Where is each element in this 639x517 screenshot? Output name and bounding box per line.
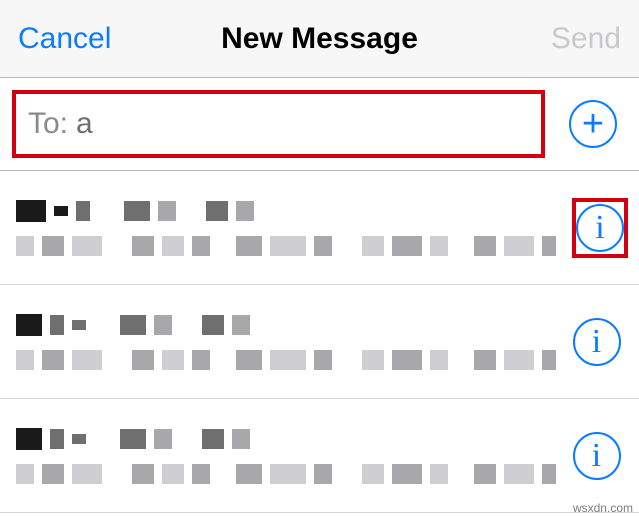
- watermark: wsxdn.com: [573, 501, 633, 515]
- navigation-bar: Cancel New Message Send: [0, 0, 639, 78]
- suggestion-item[interactable]: i: [0, 285, 639, 399]
- info-button[interactable]: i: [572, 426, 621, 486]
- info-icon[interactable]: i: [576, 204, 624, 252]
- suggestion-list: i i: [0, 171, 639, 513]
- plus-icon: +: [569, 100, 617, 148]
- suggestion-name-redacted: [16, 428, 556, 450]
- suggestion-detail-redacted: [16, 350, 556, 370]
- suggestion-content: [16, 200, 556, 256]
- suggestion-item[interactable]: i: [0, 171, 639, 285]
- send-button: Send: [551, 22, 621, 56]
- suggestion-name-redacted: [16, 200, 556, 222]
- info-icon: i: [573, 318, 621, 366]
- to-field-highlight: To:: [12, 90, 545, 158]
- page-title: New Message: [221, 22, 418, 56]
- to-field-row: To: +: [0, 78, 639, 171]
- add-contact-button[interactable]: +: [565, 96, 621, 152]
- to-input[interactable]: [76, 107, 529, 141]
- suggestion-content: [16, 428, 556, 484]
- cancel-button[interactable]: Cancel: [18, 22, 111, 56]
- suggestion-name-redacted: [16, 314, 556, 336]
- to-label: To:: [28, 107, 68, 141]
- suggestion-detail-redacted: [16, 236, 556, 256]
- suggestion-detail-redacted: [16, 464, 556, 484]
- info-icon: i: [573, 432, 621, 480]
- suggestion-content: [16, 314, 556, 370]
- info-button-highlight: i: [572, 198, 628, 258]
- info-button[interactable]: i: [572, 312, 621, 372]
- suggestion-item[interactable]: i: [0, 399, 639, 513]
